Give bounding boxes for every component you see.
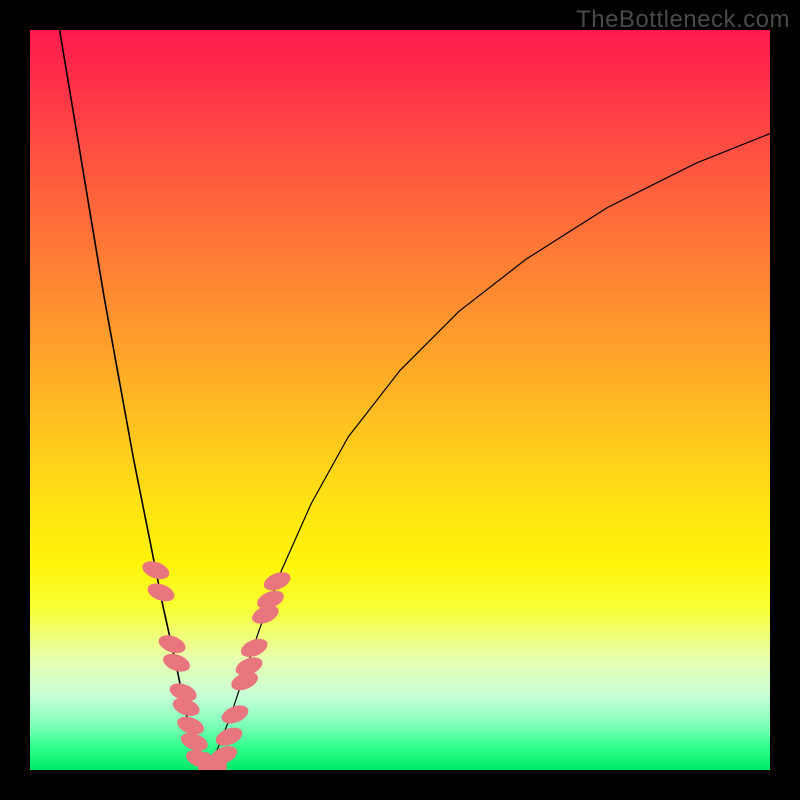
plot-area [30,30,770,770]
outer-frame: TheBottleneck.com [0,0,800,800]
bead-marker [261,569,293,594]
bead-marker [238,635,270,660]
bead-marker [145,580,177,605]
bead-marker [213,724,245,749]
bead-marker [161,650,193,675]
chart-svg [30,30,770,770]
bead-marker [156,632,188,657]
bead-marker [140,558,172,583]
bead-markers [140,558,293,770]
bead-marker [219,702,251,727]
curve-right-branch [204,134,770,770]
